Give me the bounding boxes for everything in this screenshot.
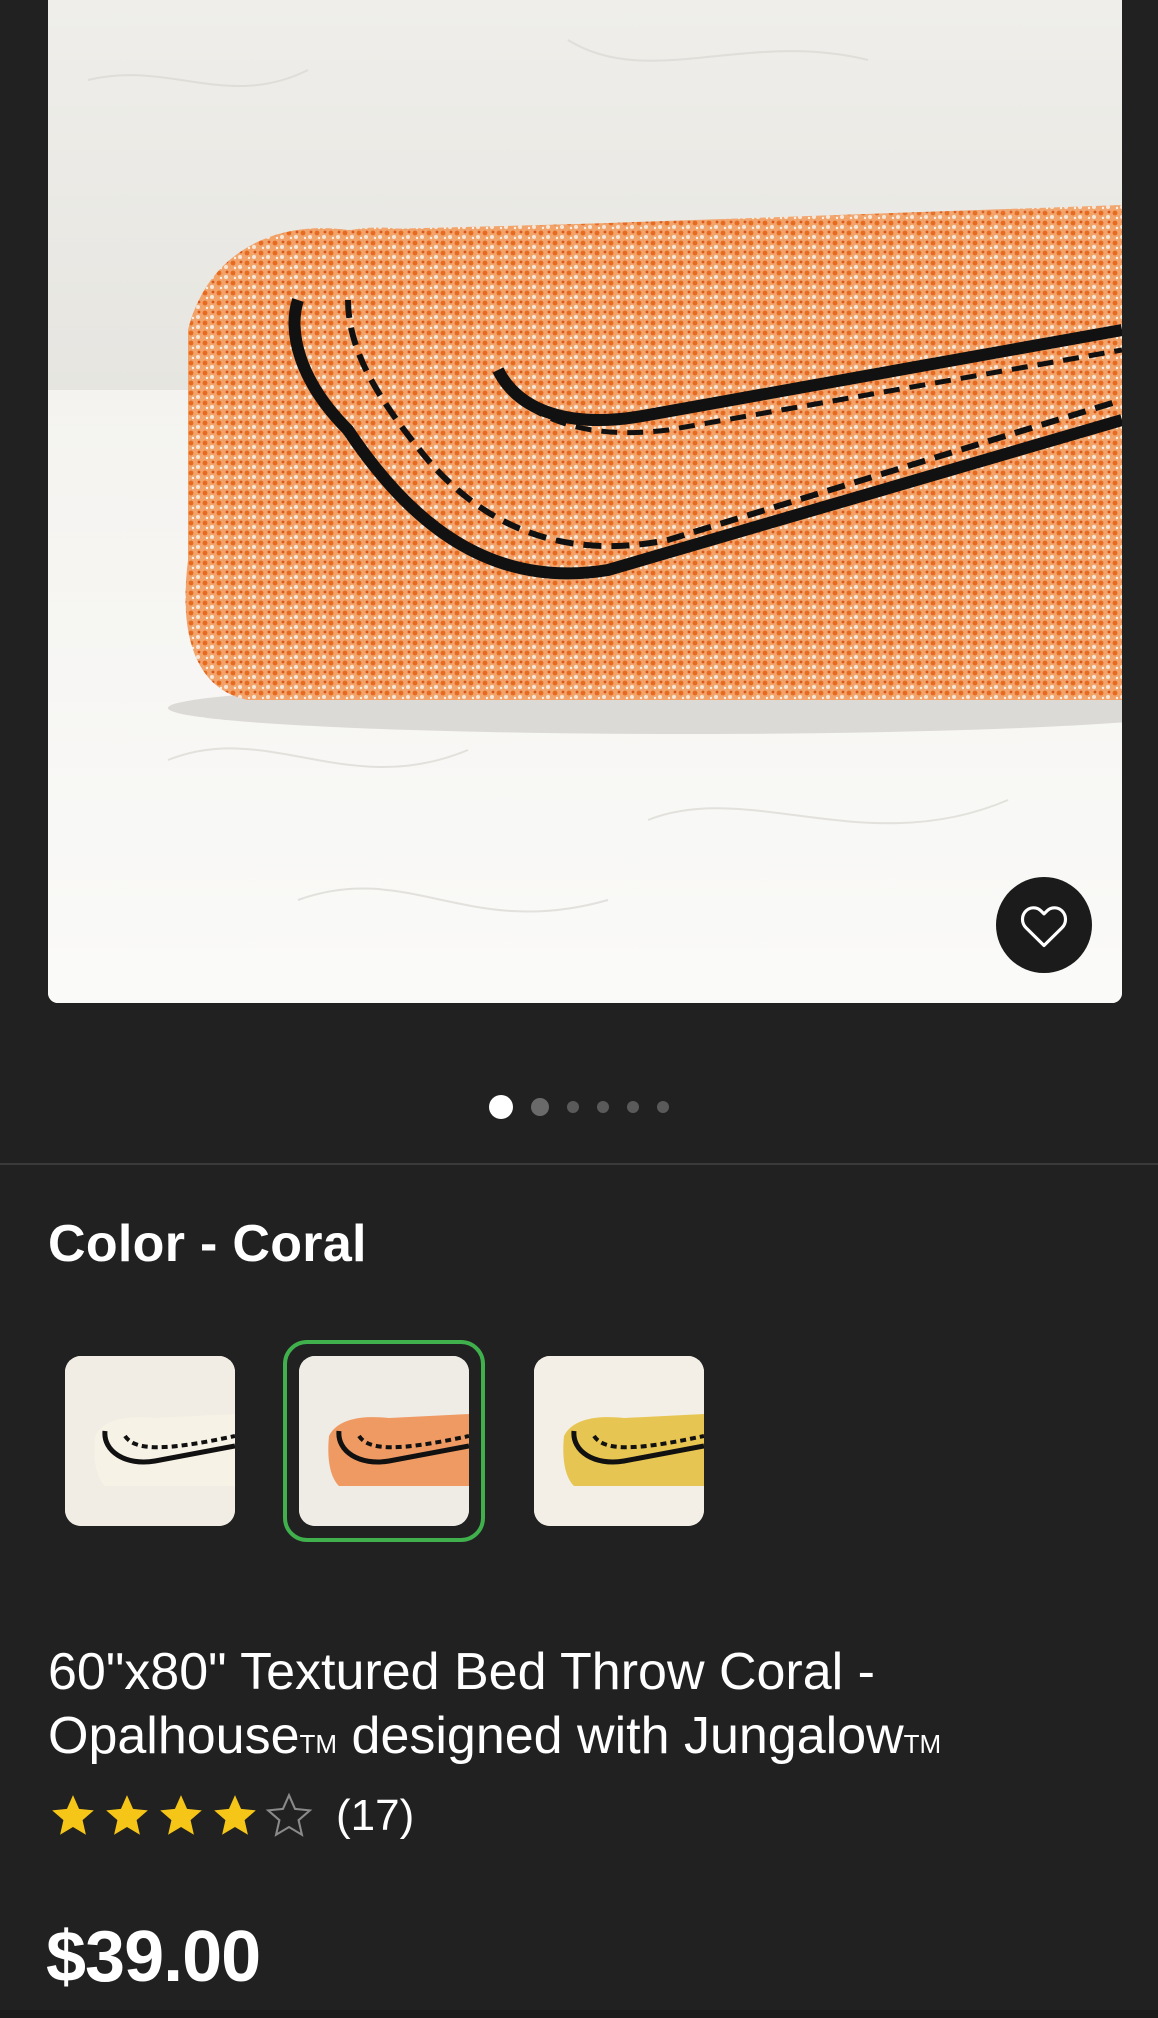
star-filled-icon — [214, 1795, 256, 1835]
star-rating — [48, 1791, 314, 1841]
swatch-coral-image — [299, 1356, 469, 1526]
swatch-cream-image — [65, 1356, 235, 1526]
review-count[interactable]: (17) — [336, 1791, 414, 1841]
carousel-dot-1[interactable] — [489, 1095, 513, 1119]
trademark-mark: TM — [299, 1729, 338, 1759]
favorite-button[interactable] — [996, 877, 1092, 973]
section-divider — [0, 1163, 1158, 1165]
carousel-dot-6[interactable] — [657, 1101, 669, 1113]
product-hero-image[interactable] — [48, 0, 1122, 1003]
product-price: $39.00 — [46, 1917, 261, 1997]
swatch-yellow[interactable] — [534, 1356, 704, 1526]
color-swatch-list — [0, 1340, 1158, 1542]
carousel-dot-5[interactable] — [627, 1101, 639, 1113]
carousel-dot-3[interactable] — [567, 1101, 579, 1113]
swatch-coral[interactable] — [299, 1356, 469, 1526]
throw-photo — [48, 0, 1122, 1003]
star-empty-icon — [265, 1792, 313, 1837]
title-line-1: 60"x80" Textured Bed Throw Coral - — [48, 1643, 875, 1701]
rating-row[interactable]: (17) — [48, 1786, 414, 1846]
carousel-dot-2[interactable] — [531, 1098, 549, 1116]
bottom-bar-edge — [0, 2010, 1158, 2018]
swatch-yellow-image — [534, 1356, 704, 1526]
title-mid: designed with Jungalow — [337, 1707, 904, 1765]
color-label: Color - Coral — [48, 1215, 367, 1273]
product-page: Color - Coral 60"x80" Textured Bed Throw… — [0, 0, 1158, 2018]
star-filled-icon — [160, 1795, 202, 1835]
trademark-mark: TM — [903, 1729, 942, 1759]
heart-outline-icon — [1020, 906, 1068, 948]
carousel-dot-4[interactable] — [597, 1101, 609, 1113]
image-carousel-indicator — [0, 1094, 1158, 1120]
star-filled-icon — [106, 1795, 148, 1835]
title-brand: Opalhouse — [48, 1707, 300, 1765]
swatch-cream[interactable] — [65, 1356, 235, 1526]
star-filled-icon — [52, 1795, 94, 1835]
product-title: 60"x80" Textured Bed Throw Coral - Opalh… — [48, 1640, 1108, 1776]
